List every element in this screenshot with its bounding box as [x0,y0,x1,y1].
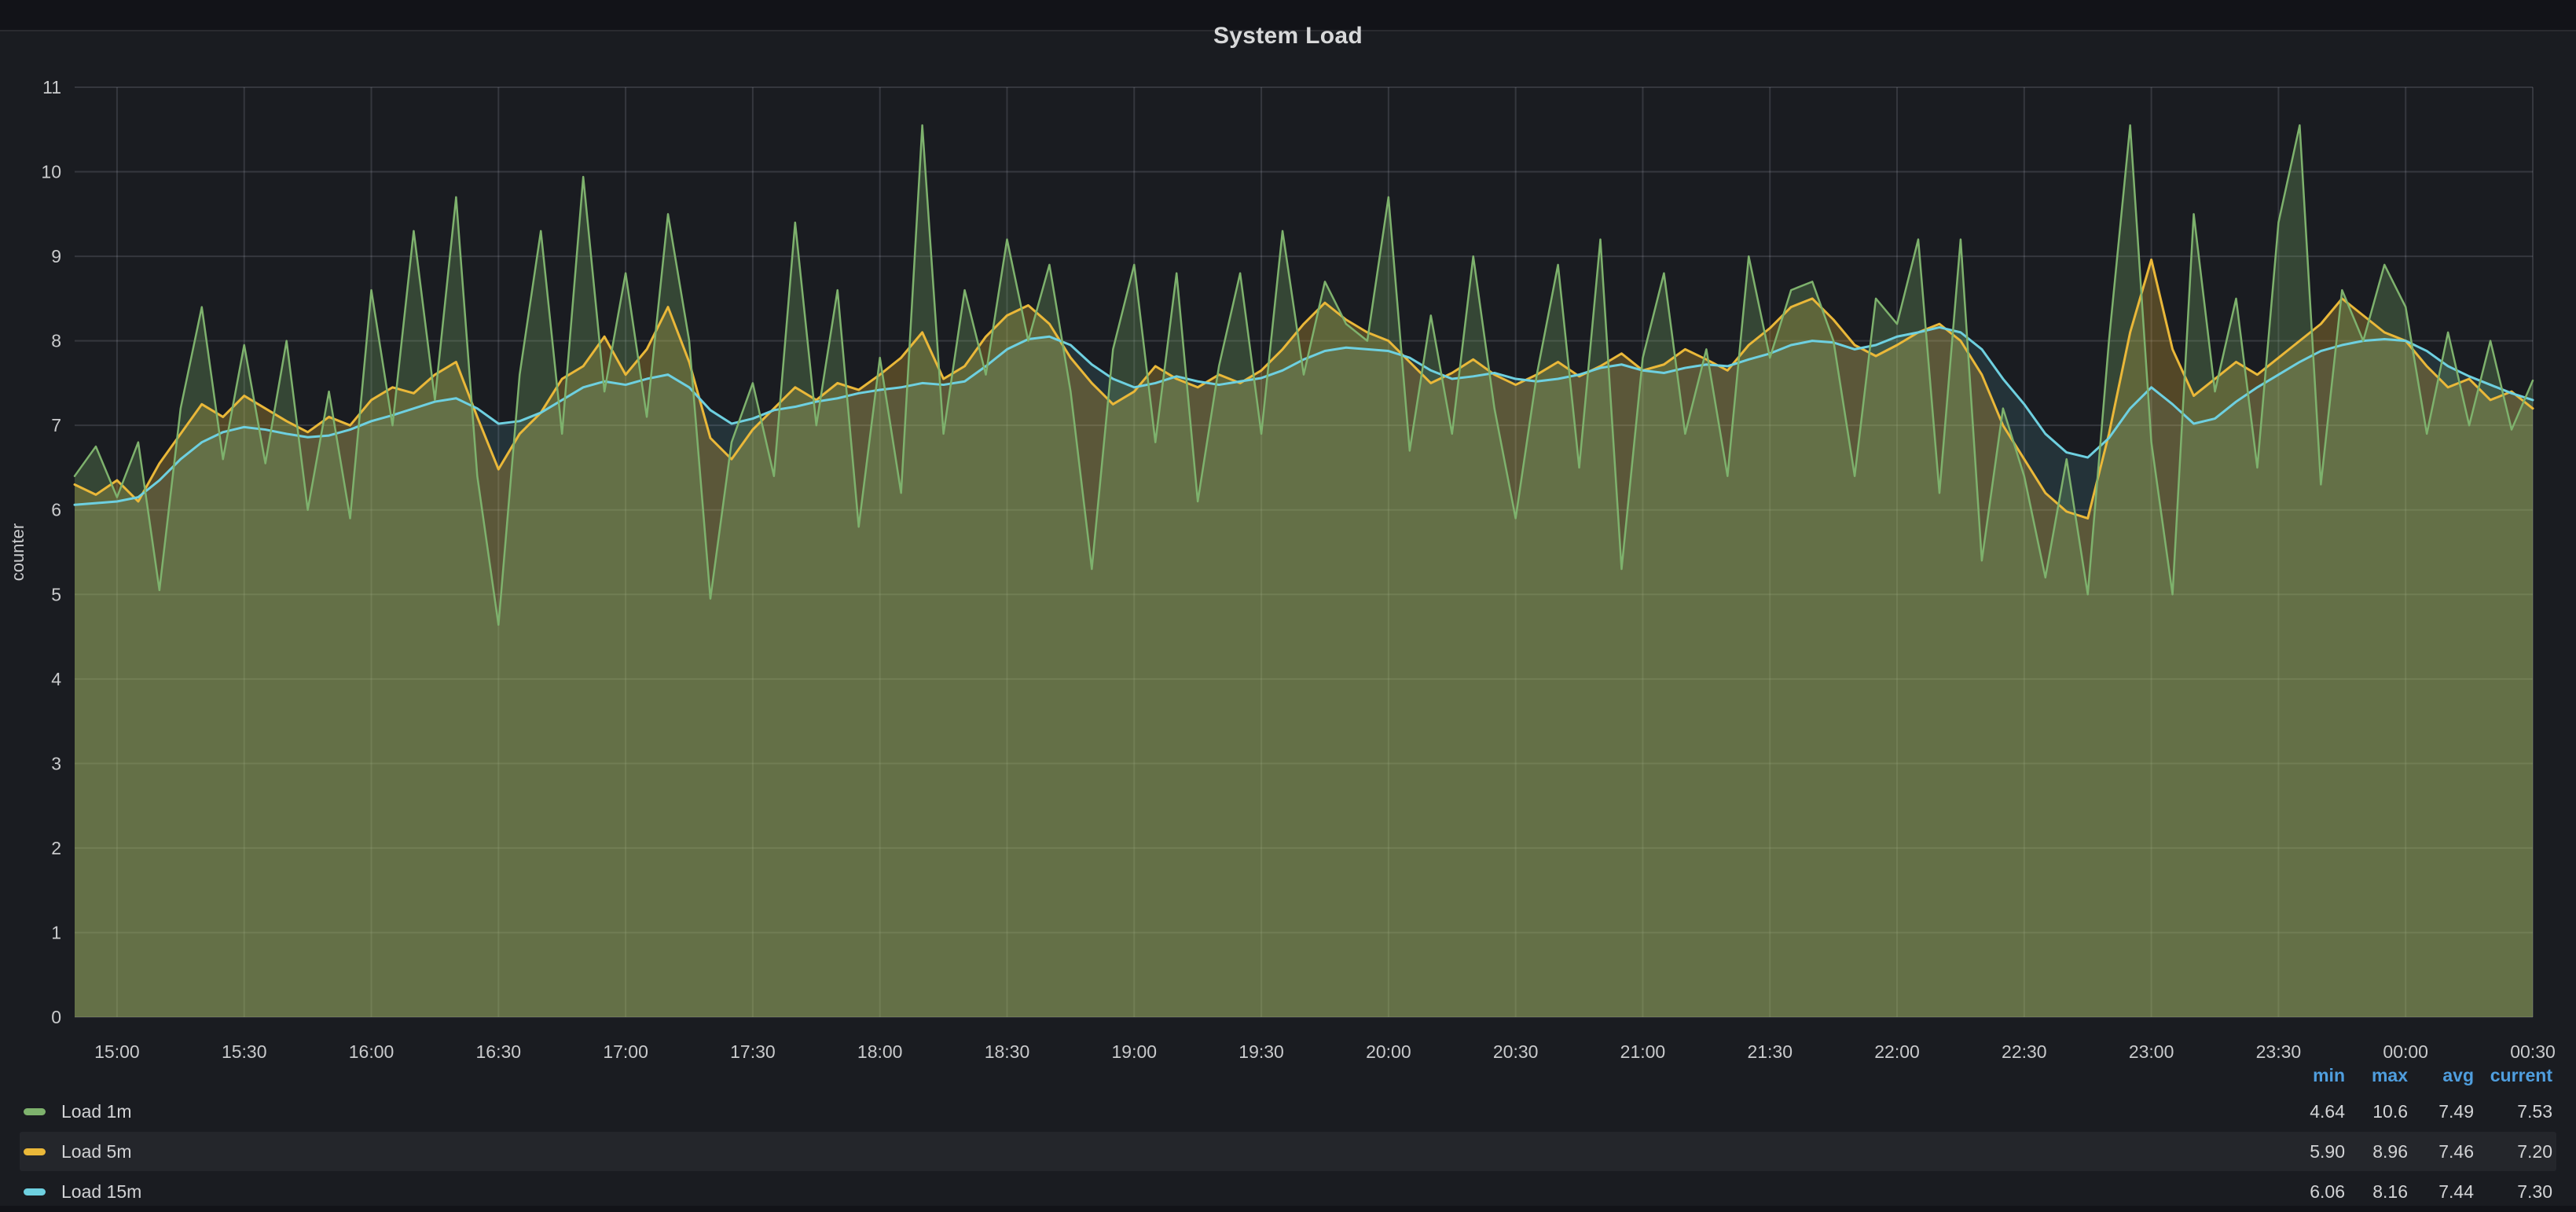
legend-row-load-15m[interactable]: Load 15m 6.06 8.16 7.44 7.30 [20,1172,2556,1211]
x-tick-label: 21:30 [1747,1041,1793,1062]
series-name[interactable]: Load 1m [61,1101,132,1122]
stat-current: 7.53 [2474,1101,2552,1122]
series-area-load-1m [75,125,2533,1017]
x-tick-label: 15:30 [222,1041,267,1062]
x-tick-label: 17:30 [730,1041,776,1062]
legend-col-avg[interactable]: avg [2408,1065,2474,1086]
x-tick-label: 16:30 [476,1041,522,1062]
legend-col-min[interactable]: min [2274,1065,2345,1086]
y-tick-label: 8 [51,331,61,351]
series-swatch-load-1m[interactable] [24,1108,46,1115]
x-tick-label: 18:00 [857,1041,903,1062]
x-tick-label: 18:30 [985,1041,1030,1062]
y-tick-label: 4 [51,669,61,689]
x-tick-label: 21:00 [1620,1041,1666,1062]
stat-current: 7.30 [2474,1181,2552,1203]
y-tick-label: 7 [51,415,61,435]
x-tick-label: 00:30 [2510,1041,2556,1062]
stat-current: 7.20 [2474,1141,2552,1162]
stat-max: 8.16 [2345,1181,2408,1203]
stat-avg: 7.44 [2408,1181,2474,1203]
x-tick-label: 22:00 [1874,1041,1920,1062]
stat-min: 5.90 [2274,1141,2345,1162]
y-tick-label: 3 [51,753,61,773]
x-tick-label: 22:30 [2002,1041,2047,1062]
series-swatch-load-5m[interactable] [24,1148,46,1155]
x-tick-label: 16:00 [349,1041,394,1062]
x-tick-label: 19:00 [1111,1041,1157,1062]
x-tick-label: 19:30 [1238,1041,1284,1062]
x-tick-label: 15:00 [94,1041,140,1062]
stat-min: 6.06 [2274,1181,2345,1203]
y-tick-label: 11 [42,77,61,97]
legend-col-current[interactable]: current [2474,1065,2552,1086]
y-tick-label: 1 [51,922,61,942]
y-tick-label: 10 [41,162,61,182]
stat-min: 4.64 [2274,1101,2345,1122]
series-swatch-load-15m[interactable] [24,1188,46,1195]
x-tick-label: 23:30 [2256,1041,2302,1062]
x-tick-label: 20:30 [1493,1041,1539,1062]
legend-row-load-5m[interactable]: Load 5m 5.90 8.96 7.46 7.20 [20,1132,2556,1171]
x-tick-label: 20:00 [1366,1041,1411,1062]
time-series-chart[interactable]: 0 1 2 3 4 5 6 7 8 9 10 11 15:00 15:30 16:00 16:30 17:00 1… [0,0,2576,1212]
y-tick-label: 9 [51,246,61,266]
y-tick-label: 2 [51,838,61,858]
legend-header: min max avg current [20,1061,2556,1089]
y-tick-label: 0 [51,1007,61,1027]
stat-max: 10.6 [2345,1101,2408,1122]
legend-row-load-1m[interactable]: Load 1m 4.64 10.6 7.49 7.53 [20,1092,2556,1131]
x-tick-label: 00:00 [2383,1041,2428,1062]
stat-max: 8.96 [2345,1141,2408,1162]
y-tick-label: 5 [51,584,61,604]
x-tick-label: 23:00 [2129,1041,2174,1062]
series-name[interactable]: Load 5m [61,1141,132,1162]
y-tick-label: 6 [51,500,61,520]
x-tick-label: 17:00 [603,1041,648,1062]
stat-avg: 7.46 [2408,1141,2474,1162]
y-axis-label: counter [8,523,28,581]
legend-col-max[interactable]: max [2345,1065,2408,1086]
series-name[interactable]: Load 15m [61,1181,141,1203]
stat-avg: 7.49 [2408,1101,2474,1122]
